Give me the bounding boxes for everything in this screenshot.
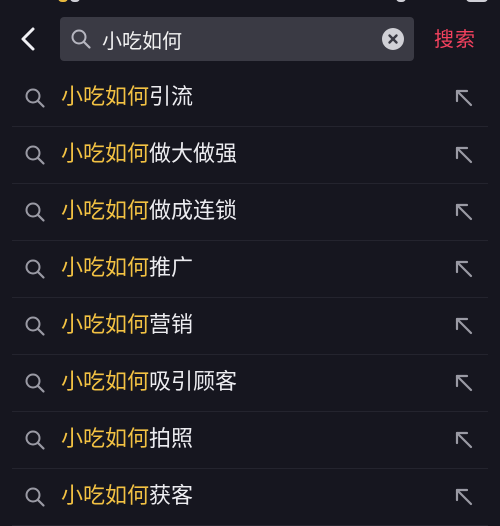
suggestion-item[interactable]: 小吃如何获客 — [0, 469, 500, 526]
suggestion-text: 小吃如何引流 — [61, 82, 193, 114]
suggestion-item[interactable]: 小吃如何推广 — [0, 241, 500, 298]
suggestion-item[interactable]: 小吃如何营销 — [0, 298, 500, 355]
arrow-up-left-icon — [455, 203, 473, 221]
search-icon — [25, 373, 45, 393]
suggestion-text: 小吃如何吸引顾客 — [61, 367, 237, 399]
suggestion-text: 小吃如何做成连锁 — [61, 196, 237, 228]
close-icon — [388, 34, 398, 44]
search-icon — [25, 487, 45, 507]
suggestion-text: 小吃如何做大做强 — [61, 139, 237, 171]
suggestion-text: 小吃如何推广 — [61, 253, 193, 285]
search-icon — [25, 145, 45, 165]
suggestion-suffix: 吸引顾客 — [149, 370, 238, 395]
search-header: 搜索 — [0, 0, 500, 72]
back-button[interactable] — [12, 22, 46, 56]
suggestion-text: 小吃如何获客 — [61, 481, 193, 513]
suggestion-keyword: 小吃如何 — [61, 370, 150, 395]
suggestion-text: 小吃如何拍照 — [61, 424, 193, 456]
suggestion-keyword: 小吃如何 — [61, 256, 150, 281]
search-icon — [25, 202, 45, 222]
search-icon — [25, 259, 45, 279]
search-icon — [25, 88, 45, 108]
suggestion-keyword: 小吃如何 — [61, 427, 150, 452]
suggestion-text: 小吃如何营销 — [61, 310, 193, 342]
search-input[interactable] — [100, 17, 372, 61]
fill-suggestion-button[interactable] — [450, 255, 478, 283]
suggestion-suffix: 推广 — [149, 256, 194, 281]
fill-suggestion-button[interactable] — [450, 426, 478, 454]
suggestion-suffix: 营销 — [149, 313, 194, 338]
fill-suggestion-button[interactable] — [450, 198, 478, 226]
suggestion-item[interactable]: 小吃如何做大做强 — [0, 127, 500, 184]
suggestion-keyword: 小吃如何 — [61, 199, 150, 224]
suggestion-item[interactable]: 小吃如何引流 — [0, 70, 500, 127]
suggestion-suffix: 引流 — [149, 85, 194, 110]
suggestion-suffix: 拍照 — [149, 427, 194, 452]
suggestion-keyword: 小吃如何 — [61, 85, 150, 110]
fill-suggestion-button[interactable] — [450, 84, 478, 112]
arrow-up-left-icon — [455, 374, 473, 392]
arrow-up-left-icon — [455, 488, 473, 506]
search-box — [60, 17, 414, 61]
chevron-left-icon — [21, 27, 35, 51]
fill-suggestion-button[interactable] — [450, 312, 478, 340]
search-icon — [25, 430, 45, 450]
arrow-up-left-icon — [455, 317, 473, 335]
suggestion-item[interactable]: 小吃如何拍照 — [0, 412, 500, 469]
suggestion-keyword: 小吃如何 — [61, 142, 150, 167]
arrow-up-left-icon — [455, 89, 473, 107]
arrow-up-left-icon — [455, 260, 473, 278]
suggestion-item[interactable]: 小吃如何吸引顾客 — [0, 355, 500, 412]
suggestion-suffix: 获客 — [149, 484, 194, 509]
arrow-up-left-icon — [455, 146, 473, 164]
suggestion-keyword: 小吃如何 — [61, 484, 150, 509]
search-submit-button[interactable]: 搜索 — [434, 24, 476, 54]
suggestion-item[interactable]: 小吃如何做成连锁 — [0, 184, 500, 241]
suggestion-suffix: 做成连锁 — [149, 199, 238, 224]
search-icon — [71, 29, 91, 49]
suggestion-suffix: 做大做强 — [149, 142, 238, 167]
clear-search-button[interactable] — [382, 28, 404, 50]
suggestion-list: 小吃如何引流 小吃如何做大做强 小吃如何做成连锁 小吃如何推广 小吃如何营销 小吃如何吸引… — [0, 70, 500, 526]
suggestion-keyword: 小吃如何 — [61, 313, 150, 338]
fill-suggestion-button[interactable] — [450, 369, 478, 397]
fill-suggestion-button[interactable] — [450, 483, 478, 511]
fill-suggestion-button[interactable] — [450, 141, 478, 169]
search-icon — [25, 316, 45, 336]
arrow-up-left-icon — [455, 431, 473, 449]
